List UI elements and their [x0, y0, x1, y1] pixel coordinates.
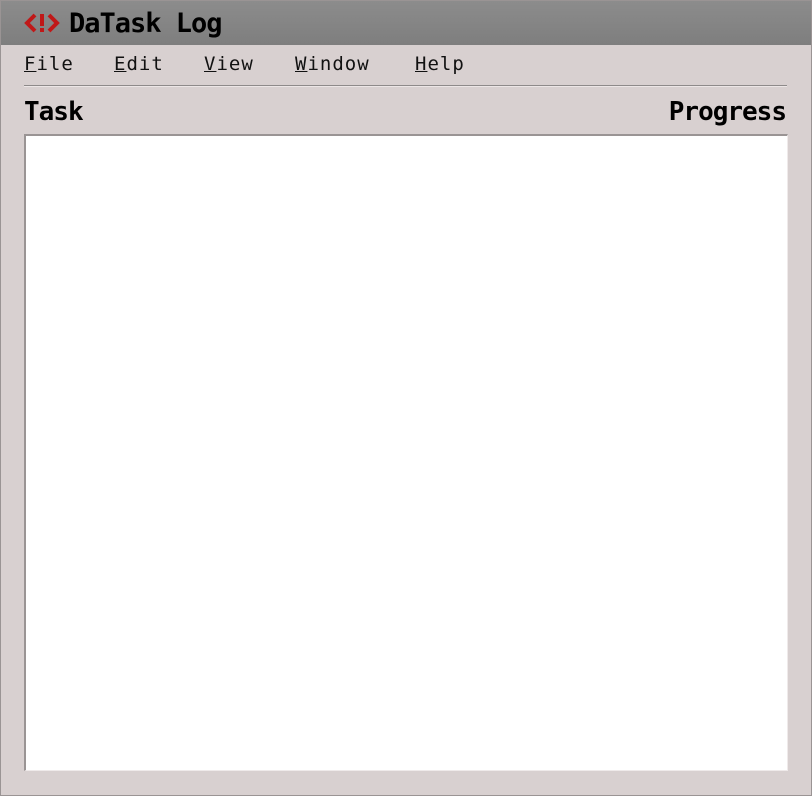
app-window: DaTask Log File Edit View Window Help Ta… [0, 0, 812, 796]
menu-bar: File Edit View Window Help [1, 45, 811, 86]
menu-help-label: elp [427, 53, 465, 75]
menu-window-label: indow [307, 53, 370, 75]
menu-file[interactable]: File [24, 53, 74, 75]
menu-view-mnemonic: V [204, 53, 217, 75]
menu-view-label: iew [216, 53, 254, 75]
title-bar[interactable]: DaTask Log [1, 1, 811, 45]
menu-edit-mnemonic: E [114, 53, 127, 75]
menu-file-label: ile [36, 53, 74, 75]
menu-window[interactable]: Window [295, 53, 370, 75]
column-header-task[interactable]: Task [24, 97, 84, 127]
menu-window-mnemonic: W [295, 53, 308, 75]
exclamation-brackets-icon [24, 12, 60, 34]
menu-help-mnemonic: H [415, 53, 428, 75]
menu-file-mnemonic: F [24, 53, 37, 75]
menu-edit[interactable]: Edit [114, 53, 164, 75]
menu-divider [24, 85, 787, 87]
menu-view[interactable]: View [204, 53, 254, 75]
window-title: DaTask Log [69, 7, 223, 39]
task-list[interactable] [24, 134, 788, 771]
menu-help[interactable]: Help [415, 53, 465, 75]
menu-edit-label: dit [126, 53, 164, 75]
column-header-progress[interactable]: Progress [669, 97, 787, 127]
